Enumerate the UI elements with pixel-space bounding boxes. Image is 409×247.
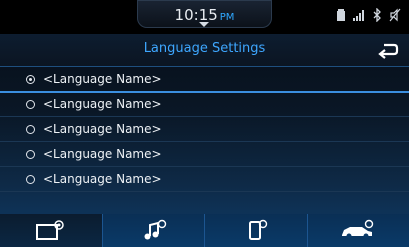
radio-icon	[26, 149, 35, 159]
nav-settings-screen[interactable]	[0, 214, 102, 247]
radio-icon	[26, 99, 35, 109]
music-settings-icon	[144, 219, 167, 240]
battery-icon	[337, 9, 345, 21]
screen: 10:15 PM Language Settings <Language Nam…	[0, 0, 409, 247]
language-option[interactable]: <Language Name>	[0, 117, 409, 142]
language-option[interactable]: <Language Name>	[0, 142, 409, 167]
header: Language Settings	[0, 34, 409, 67]
page-title: Language Settings	[143, 41, 266, 56]
language-label: <Language Name>	[43, 122, 162, 136]
language-list: <Language Name> <Language Name> <Languag…	[0, 67, 409, 192]
bluetooth-icon	[373, 8, 381, 22]
pull-down-icon	[199, 22, 209, 27]
phone-settings-icon	[248, 219, 267, 240]
status-bar: 10:15 PM	[0, 0, 409, 34]
language-option[interactable]: <Language Name>	[0, 92, 409, 117]
vehicle-settings-icon	[342, 219, 374, 239]
language-option[interactable]: <Language Name>	[0, 67, 409, 92]
signal-icon	[353, 10, 364, 21]
status-icons	[335, 8, 401, 22]
clock-ampm: PM	[219, 12, 235, 23]
language-label: <Language Name>	[43, 97, 162, 111]
language-option[interactable]: <Language Name>	[0, 167, 409, 192]
settings-screen-icon	[35, 220, 64, 240]
radio-icon	[26, 174, 35, 184]
nav-vehicle-settings[interactable]	[306, 214, 409, 247]
radio-selected-icon	[26, 74, 35, 84]
clock-tab[interactable]: 10:15 PM	[137, 0, 272, 28]
back-arrow-icon[interactable]	[377, 40, 399, 60]
mute-icon	[389, 8, 401, 22]
radio-icon	[26, 124, 35, 134]
nav-music-settings[interactable]	[101, 214, 205, 247]
clock-time: 10:15	[174, 6, 218, 24]
language-label: <Language Name>	[43, 172, 162, 186]
language-label: <Language Name>	[43, 72, 162, 86]
nav-phone-settings[interactable]	[204, 214, 307, 247]
bottom-nav	[0, 214, 409, 247]
language-label: <Language Name>	[43, 147, 162, 161]
